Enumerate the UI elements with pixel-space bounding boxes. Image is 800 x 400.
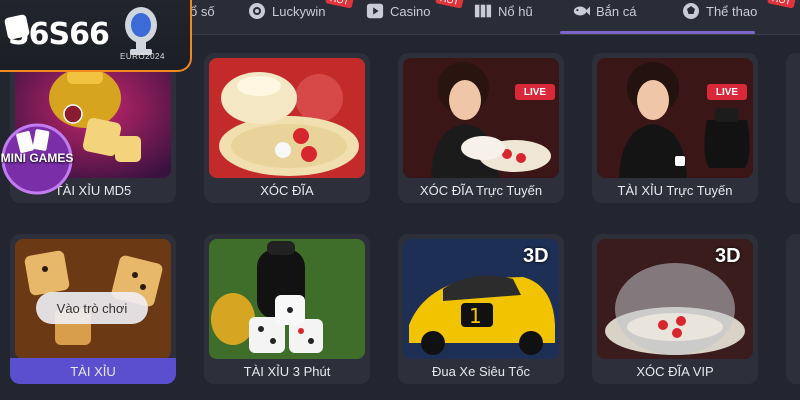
chip-icon	[248, 2, 266, 20]
nav-active-indicator	[560, 31, 755, 34]
nav-label: Casino	[390, 3, 431, 19]
logo-text: S6S66	[8, 17, 110, 52]
game-thumbnail: 3D	[597, 239, 753, 359]
fish-icon	[572, 2, 590, 20]
game-thumbnail: 1 3D	[403, 239, 559, 359]
game-label: XÓC ĐĨA Trực Tuyến	[419, 182, 543, 198]
brand-logo[interactable]: S6S66 EURO2024	[0, 0, 192, 72]
ball-icon	[682, 2, 700, 20]
game-card-xoc-dia[interactable]: XÓC ĐĨA	[204, 53, 370, 203]
game-thumbnail: LIVE	[403, 58, 559, 178]
game-card-tai-xiu-truc-tuyen[interactable]: LIVE TÀI XỈU Trực Tuyến	[592, 53, 758, 203]
nav-label: Nổ hũ	[498, 3, 533, 19]
game-thumbnail	[209, 58, 365, 178]
nav-item-luckywin[interactable]: Luckywin HOT	[248, 0, 354, 22]
nav-label: Bắn cá	[596, 3, 637, 19]
hot-badge: HOT	[325, 0, 354, 9]
3d-badge: 3D	[523, 245, 549, 267]
game-card-xoc-dia-vip[interactable]: 3D XÓC ĐĨA VIP	[592, 234, 758, 384]
mini-games-label: MINI GAMES	[0, 151, 74, 165]
game-card-tai-xiu-3-phut[interactable]: TÀI XỈU 3 Phút	[204, 234, 370, 384]
play-icon	[366, 2, 384, 20]
euro-label: EURO2024	[120, 52, 165, 61]
nav-item-fishing[interactable]: Bắn cá	[572, 0, 636, 22]
nav-label: Luckywin	[272, 3, 326, 19]
nav-label: ổ số	[190, 3, 215, 19]
slot-icon	[474, 2, 492, 20]
game-label: TÀI XỈU 3 Phút	[243, 363, 331, 379]
nav-item-casino[interactable]: Casino HOT	[366, 0, 464, 22]
game-thumbnail: LIVE	[597, 58, 753, 178]
game-label: XÓC ĐĨA	[260, 182, 314, 198]
nav-item-sports[interactable]: Thể thao HOT	[682, 0, 796, 22]
mini-games-button[interactable]: MINI GAMES	[0, 122, 74, 196]
game-card-dua-xe-sieu-toc[interactable]: 1 3D Đua Xe Siêu Tốc	[398, 234, 564, 384]
game-card-xoc-dia-truc-tuyen[interactable]: LIVE XÓC ĐĨA Trực Tuyến	[398, 53, 564, 203]
hot-badge: HOT	[435, 0, 464, 9]
euro-trophy-icon	[120, 5, 162, 59]
game-label: TÀI XỈU Trực Tuyến	[617, 182, 733, 198]
live-badge: LIVE	[707, 84, 747, 100]
live-badge: LIVE	[515, 84, 555, 100]
play-game-button[interactable]: Vào trò chơi	[36, 292, 148, 324]
svg-text:1: 1	[469, 304, 482, 328]
game-label: Đua Xe Siêu Tốc	[431, 363, 531, 379]
nav-label: Thể thao	[706, 3, 758, 19]
3d-badge: 3D	[715, 245, 741, 267]
game-card-partial[interactable]	[786, 234, 800, 384]
nav-item-slots[interactable]: Nổ hũ	[474, 0, 533, 22]
nav-item-lottery[interactable]: ổ số	[190, 0, 215, 22]
game-label: XÓC ĐĨA VIP	[636, 363, 714, 379]
game-thumbnail	[209, 239, 365, 359]
game-label: TÀI XỈU	[10, 358, 176, 384]
hot-badge: HOT	[767, 0, 796, 9]
game-card-partial[interactable]	[786, 53, 800, 203]
